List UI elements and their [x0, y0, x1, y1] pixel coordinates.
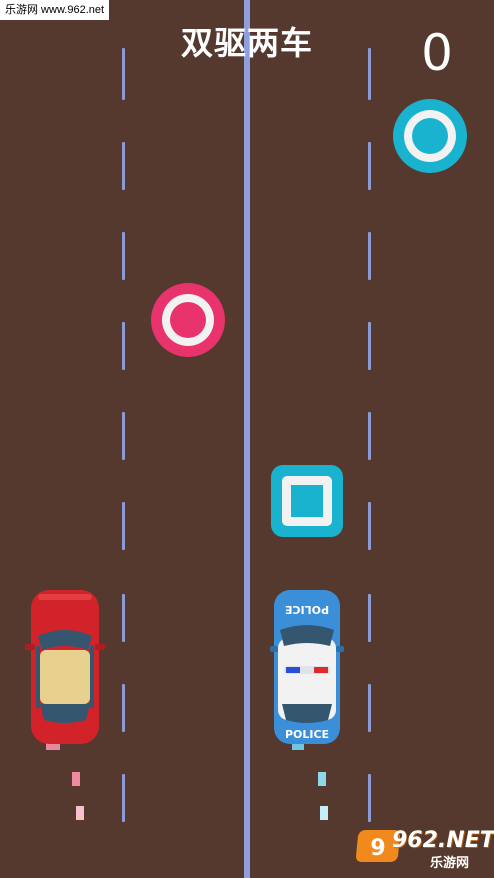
- cyan-circle-target: [393, 99, 467, 173]
- watermark-subtitle: 乐游网: [430, 856, 470, 871]
- police-car[interactable]: POLICE POLICE: [270, 586, 344, 750]
- svg-text:9: 9: [370, 836, 385, 861]
- score-counter: 0: [421, 24, 453, 82]
- cyan-square-obstacle: [271, 465, 343, 537]
- watermark-brand: 962.NET: [392, 828, 494, 853]
- red-car[interactable]: [24, 586, 106, 750]
- center-divider: [244, 0, 250, 878]
- game-canvas[interactable]: 乐游网 www.962.net 双驱两车 0 POLICE POLICE 9 9…: [0, 0, 494, 878]
- police-roof-text: POLICE: [285, 603, 329, 616]
- watermark-logo: 9 962.NET 乐游网: [352, 826, 494, 872]
- pink-circle-target: [151, 283, 225, 357]
- watermark-top: 乐游网 www.962.net: [0, 0, 110, 20]
- police-hood-text: POLICE: [285, 728, 329, 741]
